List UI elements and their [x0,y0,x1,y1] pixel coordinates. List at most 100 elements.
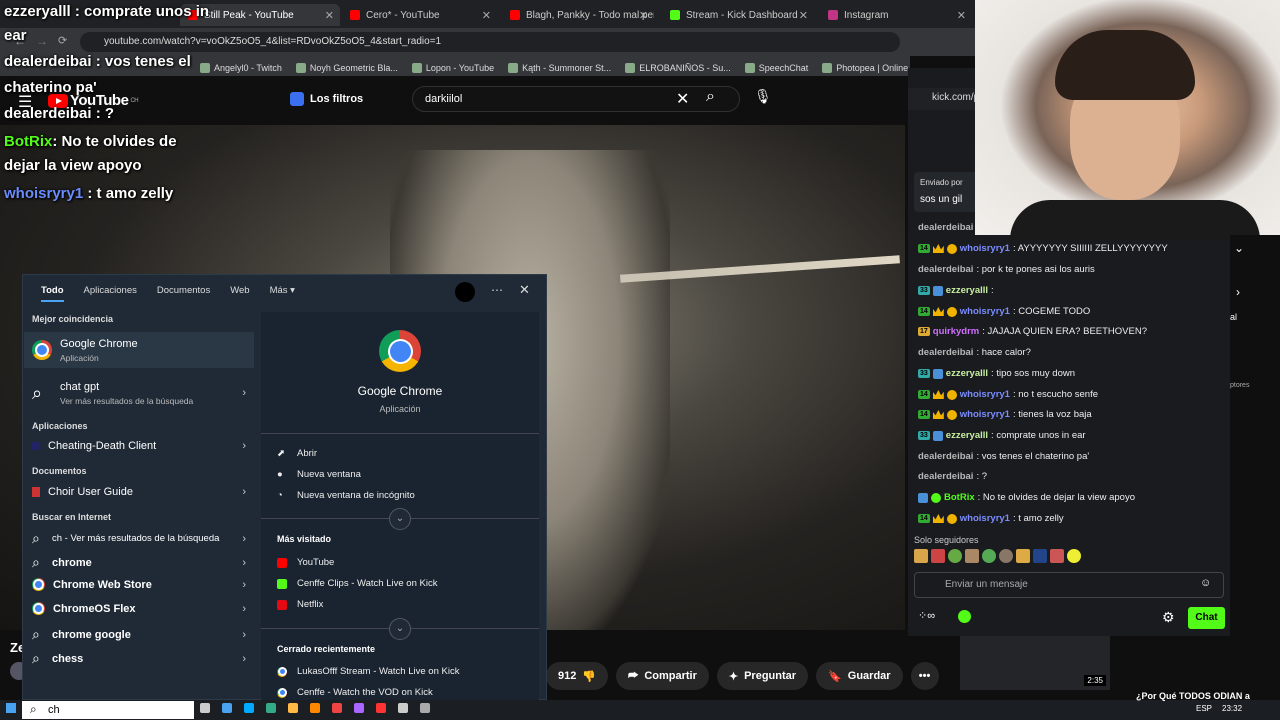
web-result[interactable]: ⌕ chess › [32,650,254,667]
emote[interactable] [1016,549,1030,563]
chat-username[interactable]: whoisryry1 [960,306,1010,317]
chat-username[interactable]: dealerdeibai [918,222,973,233]
chevron-right-icon[interactable]: › [242,629,246,641]
chat-username[interactable]: dealerdeibai [918,471,973,482]
web-result[interactable]: ⌕ chrome › [32,554,254,571]
chevron-right-icon[interactable]: › [242,579,246,591]
bookmark-item[interactable]: Kąth - Summoner St... [508,59,611,76]
close-tab-icon[interactable]: ✕ [325,9,334,22]
search-tab[interactable]: Aplicaciones [84,285,137,302]
youtube-search-input[interactable]: darkiilol [412,86,740,112]
language-indicator[interactable]: ESP [1196,704,1212,713]
bookmark-item[interactable]: Angelyl0 - Twitch [200,59,282,76]
emote[interactable] [965,549,979,563]
dislike-icon[interactable]: 👎 [582,670,596,683]
most-visited-item[interactable]: Cenffe Clips - Watch Live on Kick [277,578,437,589]
close-tab-icon[interactable]: ✕ [957,9,966,22]
url-field[interactable]: youtube.com/watch?v=voOkZ5oO5_4&list=RDv… [80,32,900,52]
result-app[interactable]: Cheating-Death Client › [32,440,254,452]
chevron-right-icon[interactable]: › [242,440,246,452]
microphone-icon[interactable]: 🎙 [754,88,772,105]
taskbar-app-icon[interactable] [354,703,364,713]
chevron-right-icon[interactable]: › [242,533,246,545]
emoji-icon[interactable]: ☺ [1200,577,1211,589]
forward-icon[interactable]: → [36,34,48,48]
search-tab[interactable]: Más ▾ [270,285,295,302]
chevron-right-icon[interactable]: › [1236,285,1240,299]
taskbar-app-icon[interactable] [332,703,342,713]
clear-search-icon[interactable]: ✕ [676,89,689,109]
recent-item[interactable]: Cenffe - Watch the VOD on Kick [277,687,433,698]
kick-message-input[interactable]: Enviar un mensaje [914,572,1224,598]
web-result[interactable]: ChromeOS Flex › [32,602,254,615]
clock[interactable]: 23:32 [1222,704,1242,713]
preview-action[interactable]: ● Nueva ventana [277,469,361,480]
search-tab[interactable]: Todo [41,285,64,302]
start-icon[interactable] [6,703,16,713]
taskbar-app-icon[interactable] [398,703,408,713]
bookmark-item[interactable]: SpeechChat [744,59,808,76]
emote[interactable] [1067,549,1081,563]
taskbar-app-icon[interactable] [244,703,254,713]
browser-tab[interactable]: Instagram ✕ [820,4,972,26]
emote[interactable] [1050,549,1064,563]
taskbar-app-icon[interactable] [420,703,430,713]
search-icon[interactable]: ⌕ [706,88,715,106]
preview-action[interactable]: ◔ Nueva ventana de incógnito [277,490,415,501]
browser-tab[interactable]: Blagh, Pankky - Todo mal pero ✕ [502,4,654,26]
chevron-right-icon[interactable]: › [242,557,246,569]
chat-send-button[interactable]: Chat [1188,607,1225,629]
bookmark-item[interactable]: ELROBANIÑOS - Su... [625,59,731,76]
chat-username[interactable]: whoisryry1 [960,409,1010,420]
infinity-icon[interactable]: ⁘∞ [918,609,935,622]
chat-username[interactable]: ezzeryalll [946,368,988,379]
emote[interactable] [982,549,996,563]
user-avatar[interactable] [455,282,475,302]
chat-username[interactable]: dealerdeibai [918,451,973,462]
share-button[interactable]: ⮫ Compartir [616,662,709,690]
chevron-right-icon[interactable]: › [242,486,246,498]
emote[interactable] [914,549,928,563]
taskbar-app-icon[interactable] [222,703,232,713]
chat-username[interactable]: dealerdeibai [918,264,973,275]
save-button[interactable]: 🔖 Guardar [816,662,903,690]
close-icon[interactable]: ✕ [519,282,530,298]
chat-username[interactable]: quirkydrm [933,326,979,337]
chat-username[interactable]: dealerdeibai [918,347,973,358]
chevron-right-icon[interactable]: › [242,387,246,399]
chat-username[interactable]: whoisryry1 [960,513,1010,524]
chat-username[interactable]: BotRix [944,492,975,503]
chat-username[interactable]: whoisryry1 [960,389,1010,400]
search-tab[interactable]: Web [230,285,249,302]
bookmark-item[interactable]: Lopon - YouTube [411,59,494,76]
chevron-right-icon[interactable]: › [242,603,246,615]
close-tab-icon[interactable]: ✕ [482,9,491,22]
more-options-icon[interactable]: ⋯ [491,283,503,297]
sidebar-video-title[interactable]: ¿Por Qué TODOS ODIAN a [1136,691,1250,701]
emote[interactable] [999,549,1013,563]
emote[interactable] [931,549,945,563]
chat-username[interactable]: whoisryry1 [960,243,1010,254]
taskbar-app-icon[interactable] [288,703,298,713]
chat-username[interactable]: ezzeryalll [946,430,988,441]
emote[interactable] [1033,549,1047,563]
browser-tab[interactable]: Cero* - YouTube ✕ [342,4,497,26]
filters-button[interactable]: Los filtros [290,88,363,110]
taskbar-app-icon[interactable] [310,703,320,713]
browser-tab[interactable]: Stream - Kick Dashboard ✕ [662,4,814,26]
close-tab-icon[interactable]: ✕ [639,9,648,22]
gear-icon[interactable]: ⚙ [1162,609,1175,626]
emote[interactable] [948,549,962,563]
taskbar-app-icon[interactable] [200,703,210,713]
kick-logo-icon[interactable] [958,610,971,623]
like-button[interactable]: 912 👎 [546,662,609,690]
taskbar-app-icon[interactable] [376,703,386,713]
preview-action[interactable]: ⬈ Abrir [277,448,317,459]
chevron-right-icon[interactable]: › [242,653,246,665]
recent-item[interactable]: LukasOfff Stream - Watch Live on Kick [277,666,459,677]
most-visited-item[interactable]: YouTube [277,557,334,568]
web-result[interactable]: ⌕ ch - Ver más resultados de la búsqueda › [32,530,254,547]
result-document[interactable]: Choir User Guide › [32,486,254,498]
close-tab-icon[interactable]: ✕ [799,9,808,22]
result-chat-gpt[interactable]: ⌕ chat gpt Ver más resultados de la búsqu… [32,376,254,410]
